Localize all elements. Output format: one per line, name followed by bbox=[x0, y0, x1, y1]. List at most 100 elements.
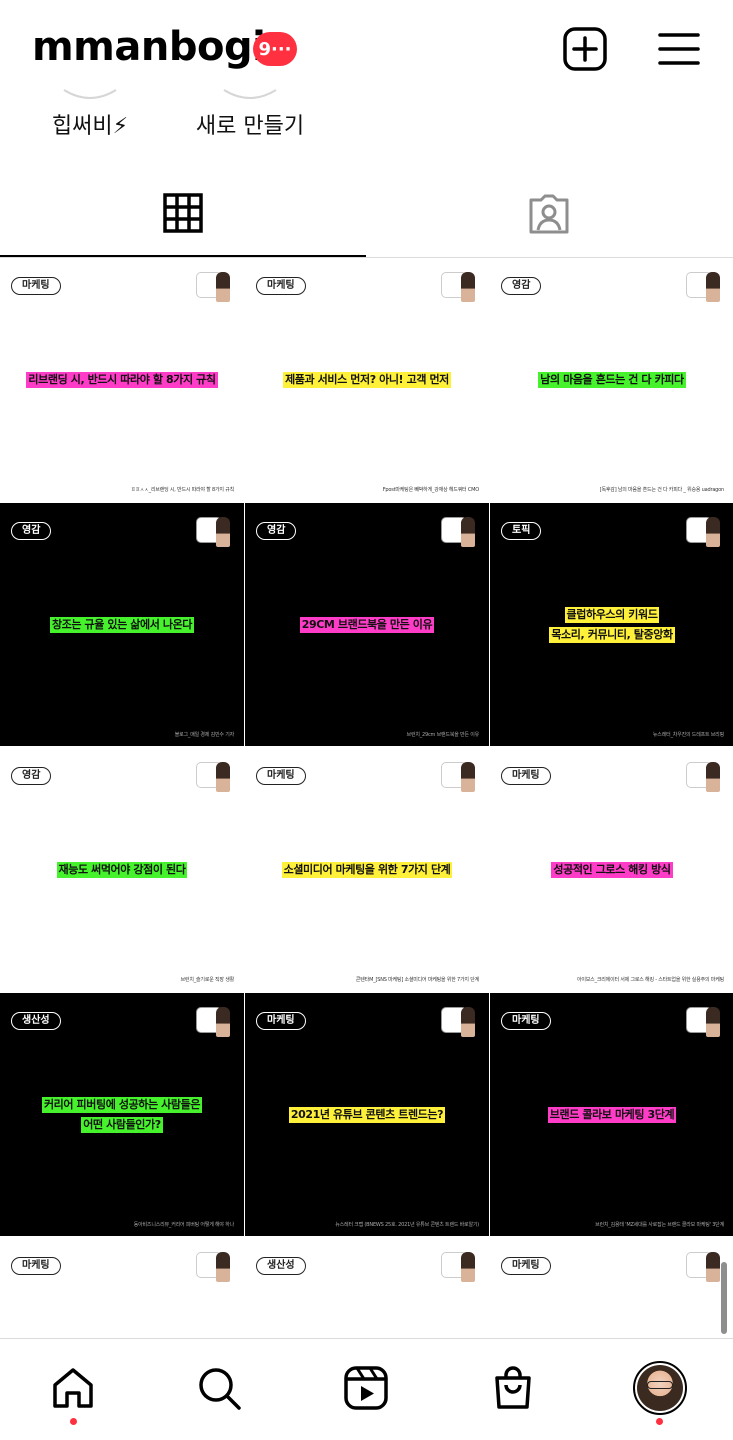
post-title: 재능도 써먹어야 강점이 된다 bbox=[56, 861, 188, 878]
nav-shop[interactable] bbox=[488, 1363, 538, 1413]
post-title-block: 29CM 브랜드북을 만든 이유 bbox=[245, 616, 489, 633]
brand-logo-icon bbox=[196, 1252, 234, 1284]
post-category-tag: 마케팅 bbox=[11, 277, 61, 295]
tab-tagged[interactable] bbox=[366, 170, 732, 257]
highlight-ring bbox=[63, 89, 117, 99]
home-activity-dot bbox=[70, 1418, 77, 1425]
post-thumbnail[interactable]: 마케팅 2021년 유튜브 콘텐츠 트렌드는? 뉴스레터 크랩 (BNEWS 25호… bbox=[245, 993, 489, 1236]
brand-logo-icon bbox=[686, 272, 724, 304]
profile-header: mmanbogi 9··· bbox=[0, 0, 733, 100]
scrollbar[interactable] bbox=[721, 1262, 727, 1334]
brand-logo-icon bbox=[441, 1007, 479, 1039]
post-thumbnail[interactable]: 영감 재능도 써먹어야 강점이 된다 브런치_슬기로운 직장 생활 bbox=[0, 748, 244, 991]
nav-profile[interactable] bbox=[633, 1361, 687, 1415]
brand-logo-icon bbox=[686, 1007, 724, 1039]
highlight-label: 힙써비⚡ bbox=[51, 114, 129, 139]
nav-home[interactable] bbox=[48, 1363, 98, 1413]
notification-badge[interactable]: 9··· bbox=[253, 32, 297, 66]
post-source-caption: [독후감] 남의 마음을 흔드는 건 다 카피다 _ 위승용 uadragon bbox=[599, 487, 724, 493]
post-thumbnail[interactable]: 영감 남의 마음을 흔드는 건 다 카피다 [독후감] 남의 마음을 흔드는 건 다… bbox=[490, 258, 733, 501]
bottom-navigation bbox=[0, 1338, 733, 1440]
post-category-tag: 마케팅 bbox=[501, 767, 551, 785]
post-category-tag: 생산성 bbox=[11, 1012, 61, 1030]
create-post-icon[interactable] bbox=[560, 24, 610, 74]
post-title-block: 클럽하우스의 키워드목소리, 커뮤니티, 탈중앙화 bbox=[490, 606, 733, 643]
post-title-block: 성공적인 그로스 해킹 방식 bbox=[490, 861, 733, 878]
post-title: 어떤 사람들인가? bbox=[81, 1116, 163, 1133]
post-title: 목소리, 커뮤니티, 탈중앙화 bbox=[549, 626, 675, 643]
post-title-block: 소셜미디어 마케팅을 위한 7가지 단계 bbox=[245, 861, 489, 878]
post-title: 제품과 서비스 먼저? 아니! 고객 먼저 bbox=[283, 371, 451, 388]
post-thumbnail[interactable]: 생산성 bbox=[245, 1238, 489, 1338]
brand-logo-icon bbox=[441, 762, 479, 794]
search-icon bbox=[199, 1368, 241, 1410]
post-title: 커리어 피버팅에 성공하는 사람들은 bbox=[41, 1096, 203, 1113]
post-grid: 마케팅 리브랜딩 시, 반드시 따라야 할 8가지 규칙 ㅍㅍㅅㅅ_리브랜딩 시, … bbox=[0, 258, 733, 1338]
post-title-block: 재능도 써먹어야 강점이 된다 bbox=[0, 861, 244, 878]
post-thumbnail[interactable]: 마케팅 bbox=[490, 1238, 733, 1338]
post-title: 리브랜딩 시, 반드시 따라야 할 8가지 규칙 bbox=[26, 371, 218, 388]
post-category-tag: 마케팅 bbox=[11, 1257, 61, 1275]
reels-icon bbox=[344, 1366, 388, 1410]
brand-logo-icon bbox=[196, 762, 234, 794]
post-category-tag: 영감 bbox=[11, 522, 52, 540]
post-thumbnail[interactable]: 토픽클럽하우스의 키워드목소리, 커뮤니티, 탈중앙화뉴스레터_차우진의 드레프… bbox=[490, 503, 733, 746]
post-category-tag: 영감 bbox=[256, 522, 297, 540]
post-title-block: 리브랜딩 시, 반드시 따라야 할 8가지 규칙 bbox=[0, 371, 244, 388]
post-category-tag: 마케팅 bbox=[501, 1012, 551, 1030]
post-source-caption: ㅍㅍㅅㅅ_리브랜딩 시, 반드시 따라야 할 8가지 규칙 bbox=[130, 487, 234, 493]
post-source-caption: 동아비즈니스리뷰_커리어 피버팅 어떻게 해야 하나 bbox=[133, 1222, 234, 1228]
highlight-label: 새로 만들기 bbox=[195, 114, 305, 139]
post-source-caption: 뉴스레터 크랩 (BNEWS 25호. 2021년 유튜브 콘텐츠 트렌드 바로… bbox=[335, 1222, 479, 1228]
post-thumbnail[interactable]: 마케팅리브랜딩 시, 반드시 따라야 할 8가지 규칙 ㅍㅍㅅㅅ_리브랜딩 시, … bbox=[0, 258, 244, 501]
nav-reels[interactable] bbox=[341, 1363, 391, 1413]
post-title-block: 제품과 서비스 먼저? 아니! 고객 먼저 bbox=[245, 371, 489, 388]
post-title-block: 남의 마음을 흔드는 건 다 카피다 bbox=[490, 371, 733, 388]
post-source-caption: 뉴스레터_차우진의 드레프트 브리핑 bbox=[652, 732, 724, 738]
tagged-person-icon bbox=[529, 194, 569, 233]
post-thumbnail[interactable]: 마케팅 소셜미디어 마케팅을 위한 7가지 단계 콘텐타M_[SNS 마케팅] 소셜… bbox=[245, 748, 489, 991]
post-source-caption: 브런치_슬기로운 직장 생활 bbox=[180, 977, 235, 983]
brand-logo-icon bbox=[196, 517, 234, 549]
post-title-block: 커리어 피버팅에 성공하는 사람들은어떤 사람들인가? bbox=[0, 1096, 244, 1133]
post-title: 브랜드 콜라보 마케팅 3단계 bbox=[547, 1106, 677, 1123]
shopping-bag-icon bbox=[495, 1366, 531, 1409]
new-highlight-item[interactable]: 새로 만들기 bbox=[160, 88, 340, 148]
post-thumbnail[interactable]: 마케팅 bbox=[0, 1238, 244, 1338]
post-source-caption: 블로그_매일 경제 김민수 기자 bbox=[174, 732, 234, 738]
post-thumbnail[interactable]: 영감창조는 규율 있는 삶에서 나온다블로그_매일 경제 김민수 기자 bbox=[0, 503, 244, 746]
post-thumbnail[interactable]: 생산성커리어 피버팅에 성공하는 사람들은어떤 사람들인가? 동아비즈니스리뷰_커… bbox=[0, 993, 244, 1236]
post-category-tag: 마케팅 bbox=[501, 1257, 551, 1275]
profile-tabs bbox=[0, 170, 733, 258]
post-category-tag: 생산성 bbox=[256, 1257, 306, 1275]
post-source-caption: Fpost마케팅은 빼박하게_강재상 헤드쿼터 CMO bbox=[382, 487, 479, 493]
post-title: 2021년 유튜브 콘텐츠 트렌드는? bbox=[288, 1106, 446, 1123]
post-thumbnail[interactable]: 마케팅성공적인 그로스 해킹 방식아이보스_크리에이터 서제 그로스 해킹 - … bbox=[490, 748, 733, 991]
post-title: 남의 마음을 흔드는 건 다 카피다 bbox=[538, 371, 686, 388]
brand-logo-icon bbox=[441, 517, 479, 549]
post-title: 클럽하우스의 키워드 bbox=[564, 606, 660, 623]
post-source-caption: 브런치_김용태 'MZ세대를 사로잡는 브랜드 콜라보 마케팅' 3단계 bbox=[595, 1222, 724, 1228]
post-title-block: 브랜드 콜라보 마케팅 3단계 bbox=[490, 1106, 733, 1123]
menu-icon[interactable] bbox=[654, 24, 704, 74]
post-title: 성공적인 그로스 해킹 방식 bbox=[551, 861, 673, 878]
brand-logo-icon bbox=[441, 1252, 479, 1284]
post-thumbnail[interactable]: 마케팅 제품과 서비스 먼저? 아니! 고객 먼저 Fpost마케팅은 빼박하게_강… bbox=[245, 258, 489, 501]
post-title: 소셜미디어 마케팅을 위한 7가지 단계 bbox=[281, 861, 453, 878]
highlight-item[interactable]: 힙써비⚡ bbox=[0, 88, 180, 148]
post-title: 29CM 브랜드북을 만든 이유 bbox=[299, 616, 435, 633]
post-title-block: 창조는 규율 있는 삶에서 나온다 bbox=[0, 616, 244, 633]
post-source-caption: 콘텐타M_[SNS 마케팅] 소셜미디어 마케팅을 위한 7가지 단계 bbox=[355, 977, 479, 983]
highlight-ring bbox=[223, 89, 277, 99]
profile-username[interactable]: mmanbogi bbox=[32, 24, 266, 70]
grid-icon bbox=[163, 192, 203, 233]
tab-posts-grid[interactable] bbox=[0, 170, 366, 257]
post-category-tag: 토픽 bbox=[501, 522, 542, 540]
nav-search[interactable] bbox=[194, 1363, 244, 1413]
post-thumbnail[interactable]: 마케팅브랜드 콜라보 마케팅 3단계브런치_김용태 'MZ세대를 사로잡는 브랜… bbox=[490, 993, 733, 1236]
post-thumbnail[interactable]: 영감 29CM 브랜드북을 만든 이유 브런치_29cm 브랜드북을 만든 이유 bbox=[245, 503, 489, 746]
post-title: 창조는 규율 있는 삶에서 나온다 bbox=[49, 616, 195, 633]
post-source-caption: 아이보스_크리에이터 서제 그로스 해킹 - 스타트업을 위한 실용주의 마케팅 bbox=[576, 977, 724, 983]
brand-logo-icon bbox=[686, 517, 724, 549]
brand-logo-icon bbox=[686, 1252, 724, 1284]
